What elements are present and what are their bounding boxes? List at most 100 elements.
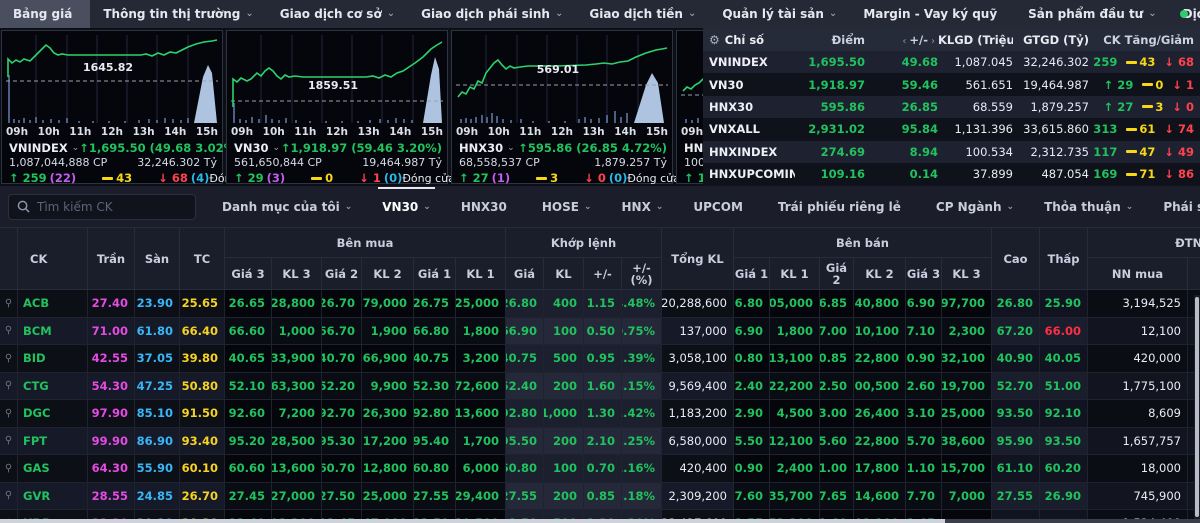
menu-item[interactable]: Giao dịch tiền ⌄ (576, 0, 709, 28)
header-cao[interactable]: Cao (992, 228, 1040, 290)
header-gia[interactable]: Giá (506, 258, 544, 290)
header-s-gia2[interactable]: Giá 2 (820, 258, 854, 290)
stock-row[interactable]: ⚲ BID 42.55 37.05 39.80 40.65 33,900 40.… (0, 345, 1200, 373)
board-tab[interactable]: VN30 ⌄ (378, 186, 435, 214)
header-gia2[interactable]: Giá 2 (322, 258, 362, 290)
cell-bid-vol3: 7,200 (272, 400, 322, 428)
stock-row[interactable]: ⚲ GVR 28.55 24.85 26.70 27.45 27,000 27.… (0, 482, 1200, 510)
header-nn-mua[interactable]: NN mua (1088, 258, 1188, 290)
pin-icon[interactable]: ⚲ (0, 482, 18, 510)
cell-match-price: 95.50 (506, 427, 544, 455)
index-row[interactable]: HNXINDEX 274.69 8.94 100.534 2,312.735 ↑… (703, 140, 1200, 163)
cell-ticker[interactable]: FPT (18, 427, 88, 455)
gear-icon[interactable]: ⚙ (709, 33, 720, 47)
index-row[interactable]: HNXUPCOMINDEX 109.16 0.14 37.899 487.054… (703, 162, 1200, 186)
pin-icon[interactable]: ⚲ (0, 510, 18, 519)
cell-ticker[interactable]: BID (18, 345, 88, 373)
index-row[interactable]: HNX30 595.86 26.85 68.559 1,879.257 ↑ 27… (703, 95, 1200, 119)
stock-row[interactable]: ⚲ HDB 23.20 20.10 20.20 21.40 92,200 21.… (0, 510, 1200, 519)
vertical-scrollbar-thumb[interactable] (1195, 297, 1199, 517)
pin-icon[interactable]: ⚲ (0, 345, 18, 373)
board-tab[interactable]: Phái sinh ⌄ (1163, 200, 1200, 214)
cell-ticker[interactable]: CTG (18, 372, 88, 400)
stock-row[interactable]: ⚲ CTG 54.30 47.25 50.80 52.10 63,300 52.… (0, 372, 1200, 400)
chart-panel-vn30[interactable]: 1859.51 09h 10h 11h 12h 13h 14h 15h VN30 ⌄ ↑1,… (226, 30, 455, 185)
pin-icon[interactable]: ⚲ (0, 400, 18, 428)
pin-icon[interactable]: ⚲ (0, 317, 18, 345)
header-s-gia3[interactable]: Giá 3 (906, 258, 942, 290)
board-tab[interactable]: HOSE ⌄ (542, 200, 592, 214)
header-ck[interactable]: CK (18, 228, 88, 290)
cell-ticker[interactable]: BCM (18, 317, 88, 345)
chart-panel-vnindex[interactable]: 1645.82 09h 10h 11h 12h 13h 14h 15h VNINDEX ⌄ … (1, 30, 262, 185)
header-tran[interactable]: Trần (88, 228, 135, 290)
header-klgd[interactable]: KLGD (Triệu) (938, 33, 1013, 47)
chart-panel-hnx30[interactable]: 569.01 09h 10h 11h 12h 13h 14h 15h HNX30 ⌄ ↑59… (451, 30, 680, 185)
vertical-scrollbar[interactable] (1194, 295, 1200, 523)
menu-item[interactable]: Thông tin thị trường ⌄ (90, 0, 266, 28)
horizontal-scrollbar-thumb[interactable] (0, 519, 945, 523)
board-tab[interactable]: HNX30 (461, 200, 512, 214)
header-diem[interactable]: Điểm (795, 33, 865, 47)
header-kl3[interactable]: KL 3 (272, 258, 322, 290)
menu-item[interactable]: Bảng giá (0, 0, 91, 28)
header-nn-ban[interactable]: NN bán (1188, 258, 1200, 290)
index-row[interactable]: VN30 1,918.97 59.46 561.651 19,464.987 ↑… (703, 73, 1200, 96)
stock-search[interactable] (8, 193, 196, 220)
cell-ticker[interactable]: GVR (18, 482, 88, 510)
board-tab[interactable]: CP Ngành ⌄ (936, 200, 1014, 214)
index-row[interactable]: VNXALL 2,931.02 95.84 1,131.396 33,615.8… (703, 118, 1200, 141)
header-s-kl3[interactable]: KL 3 (942, 258, 992, 290)
header-s-gia1[interactable]: Giá 1 (734, 258, 770, 290)
stock-row[interactable]: ⚲ GAS 64.30 55.90 60.10 60.60 13,600 60.… (0, 455, 1200, 483)
board-tab[interactable]: UPCOM (693, 200, 748, 214)
search-input[interactable] (37, 199, 177, 214)
pin-icon[interactable]: ⚲ (0, 427, 18, 455)
header-chg[interactable]: +/- (584, 258, 622, 290)
menu-item[interactable]: Giao dịch phái sinh ⌄ (408, 0, 576, 28)
header-s-kl1[interactable]: KL 1 (770, 258, 820, 290)
index-symbol[interactable]: VNINDEX (9, 141, 68, 155)
board-tab[interactable]: Thỏa thuận ⌄ (1044, 200, 1133, 214)
header-pct[interactable]: +/- (%) (622, 258, 662, 290)
header-gia3[interactable]: Giá 3 (225, 258, 272, 290)
stock-row[interactable]: ⚲ ACB 27.40 23.90 25.65 26.65 228,800 26… (0, 290, 1200, 318)
cell-ticker[interactable]: DGC (18, 400, 88, 428)
cell-ask-vol3: 32,100 (942, 345, 992, 373)
board-tab[interactable]: HNX ⌄ (622, 200, 664, 214)
horizontal-scrollbar[interactable] (0, 519, 1200, 523)
header-san[interactable]: Sàn (135, 228, 180, 290)
stock-row[interactable]: ⚲ FPT 99.90 86.90 93.40 95.20 28,500 95.… (0, 427, 1200, 455)
header-kl2[interactable]: KL 2 (362, 258, 414, 290)
header-tong-kl[interactable]: Tổng KL (662, 228, 734, 290)
index-symbol[interactable]: HNX30 (459, 141, 503, 155)
header-change[interactable]: ‹ +/- › (865, 33, 938, 47)
pin-icon[interactable]: ⚲ (0, 455, 18, 483)
index-row[interactable]: VNINDEX 1,695.50 49.68 1,087.045 32,246.… (703, 51, 1200, 74)
pin-icon[interactable]: ⚲ (0, 290, 18, 318)
cell-ceiling: 97.90 (88, 400, 135, 428)
advancers-extra: (1) (491, 171, 511, 185)
header-gtgd[interactable]: GTGD (Tỷ) (1013, 33, 1089, 47)
stock-row[interactable]: ⚲ DGC 97.90 85.10 91.50 92.60 7,200 92.7… (0, 400, 1200, 428)
cell-ticker[interactable]: ACB (18, 290, 88, 318)
header-tc[interactable]: TC (180, 228, 225, 290)
index-value: 32,246.302 Tỷ (137, 156, 217, 169)
menu-item[interactable]: Giao dịch cơ sở ⌄ (267, 0, 408, 28)
menu-item[interactable]: Quản lý tài sản ⌄ (709, 0, 850, 28)
index-symbol[interactable]: VN30 (234, 141, 269, 155)
board-tab[interactable]: Trái phiếu riêng lẻ (778, 200, 906, 214)
cell-ticker[interactable]: GAS (18, 455, 88, 483)
pin-icon[interactable]: ⚲ (0, 372, 18, 400)
board-tab[interactable]: Danh mục của tôi ⌄ (222, 200, 352, 214)
cell-ticker[interactable]: HDB (18, 510, 88, 519)
menu-item[interactable]: Margin - Vay ký quỹ (850, 0, 1015, 28)
header-gia1[interactable]: Giá 1 (414, 258, 456, 290)
stock-row[interactable]: ⚲ BCM 71.00 61.80 66.40 66.60 1,000 66.7… (0, 317, 1200, 345)
header-s-kl2[interactable]: KL 2 (854, 258, 906, 290)
header-thap[interactable]: Thấp (1040, 228, 1088, 290)
flat-count: 43 (1126, 55, 1155, 69)
menu-item[interactable]: Sản phẩm đầu tư ⌄ (1015, 0, 1169, 28)
header-kl[interactable]: KL (544, 258, 584, 290)
header-kl1[interactable]: KL 1 (456, 258, 506, 290)
